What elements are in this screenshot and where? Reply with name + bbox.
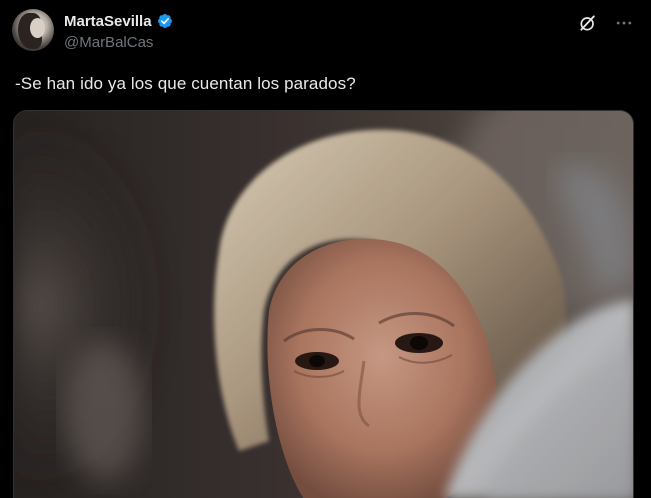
photo-image xyxy=(14,111,633,498)
top-actions xyxy=(577,12,635,34)
more-options-icon[interactable] xyxy=(613,12,635,34)
tweet-photo[interactable] xyxy=(13,110,634,498)
tweet-text: -Se han ido ya los que cuentan los parad… xyxy=(15,74,356,93)
author-names: MartaSevilla @MarBalCas xyxy=(64,11,174,51)
verified-badge-icon xyxy=(156,12,174,30)
author-avatar[interactable] xyxy=(12,9,54,51)
author-handle[interactable]: @MarBalCas xyxy=(64,34,174,51)
author-display-name[interactable]: MartaSevilla xyxy=(64,13,152,30)
avatar-face xyxy=(30,18,45,38)
display-name-row: MartaSevilla xyxy=(64,11,174,31)
tweet-card[interactable]: MartaSevilla @MarBalCas -Se han ido ya l… xyxy=(0,0,651,498)
grok-icon[interactable] xyxy=(577,12,599,34)
